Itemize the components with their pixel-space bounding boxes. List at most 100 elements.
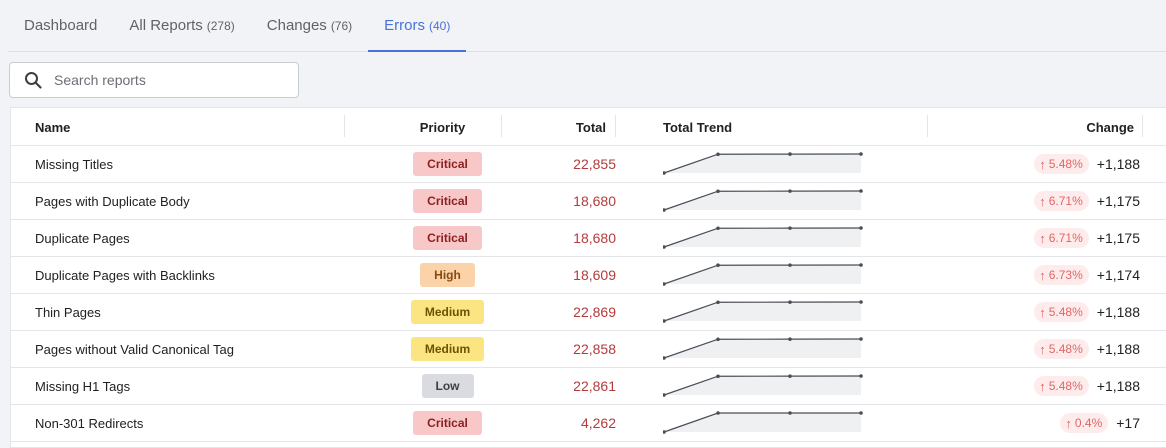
column-divider[interactable] bbox=[615, 115, 616, 137]
trend-area bbox=[664, 265, 861, 284]
column-header-name[interactable]: Name bbox=[35, 108, 70, 146]
priority-badge: Critical bbox=[413, 189, 482, 213]
total-value: 22,861 bbox=[573, 378, 616, 394]
table-row[interactable]: Duplicate Pages Critical 18,680 ↑ 6.71% +1,17… bbox=[11, 220, 1166, 257]
trend-point bbox=[788, 337, 792, 341]
errors-table: Name Priority Total Total Trend Change M… bbox=[10, 107, 1166, 448]
total-value: 18,680 bbox=[573, 230, 616, 246]
trend-point bbox=[716, 226, 720, 231]
search-box[interactable] bbox=[9, 62, 299, 98]
trend-point bbox=[788, 152, 792, 156]
report-name[interactable]: Missing H1 Tags bbox=[35, 368, 130, 404]
change-percent-chip: ↑ 6.73% bbox=[1034, 265, 1089, 285]
trend-sparkline bbox=[663, 374, 863, 397]
trend-sparkline-cell bbox=[663, 331, 865, 367]
trend-point bbox=[663, 171, 666, 175]
trend-sparkline-cell bbox=[663, 146, 865, 182]
tab-label: Errors bbox=[384, 17, 425, 34]
change-percent-chip: ↑ 5.48% bbox=[1034, 302, 1089, 322]
tab-label: All Reports bbox=[129, 17, 203, 34]
trend-point bbox=[859, 152, 863, 156]
search-input[interactable] bbox=[54, 72, 274, 88]
tab-changes[interactable]: Changes (76) bbox=[251, 0, 368, 51]
table-row[interactable]: Thin Pages Medium 22,869 ↑ 5.48% +1,188 bbox=[11, 294, 1166, 331]
change-percent-chip: ↑ 5.48% bbox=[1034, 376, 1089, 396]
trend-sparkline-cell bbox=[663, 368, 865, 404]
table-body: Missing Titles Critical 22,855 ↑ 5.48% +1,188… bbox=[11, 146, 1166, 442]
report-name[interactable]: Missing Titles bbox=[35, 146, 113, 182]
change-percent: 5.48% bbox=[1048, 305, 1083, 319]
trend-point bbox=[716, 374, 720, 379]
trend-sparkline-cell bbox=[663, 183, 865, 219]
trend-point bbox=[788, 226, 792, 230]
column-divider[interactable] bbox=[1142, 115, 1143, 137]
report-name[interactable]: Pages with Duplicate Body bbox=[35, 183, 190, 219]
total-value: 22,855 bbox=[573, 156, 616, 172]
report-name[interactable]: Pages without Valid Canonical Tag bbox=[35, 331, 234, 367]
arrow-up-icon: ↑ bbox=[1039, 341, 1046, 357]
change-delta: +1,174 bbox=[1096, 267, 1140, 283]
change-percent-chip: ↑ 0.4% bbox=[1060, 413, 1109, 433]
trend-sparkline-cell bbox=[663, 220, 865, 256]
total-value: 22,869 bbox=[573, 304, 616, 320]
priority-badge: Critical bbox=[413, 152, 482, 176]
column-divider[interactable] bbox=[927, 115, 928, 137]
table-row[interactable]: Pages without Valid Canonical Tag Medium 2… bbox=[11, 331, 1166, 368]
change-delta: +1,188 bbox=[1096, 341, 1140, 357]
tab-dashboard[interactable]: Dashboard bbox=[8, 0, 113, 51]
trend-area bbox=[664, 302, 861, 321]
column-header-change[interactable]: Change bbox=[971, 108, 1134, 146]
change-percent: 5.48% bbox=[1048, 342, 1083, 356]
trend-area bbox=[664, 413, 861, 432]
total-value: 18,609 bbox=[573, 267, 616, 283]
tab-all-reports[interactable]: All Reports (278) bbox=[113, 0, 250, 51]
table-row[interactable]: Missing Titles Critical 22,855 ↑ 5.48% +1,188 bbox=[11, 146, 1166, 183]
report-name[interactable]: Duplicate Pages with Backlinks bbox=[35, 257, 215, 293]
tab-count: (278) bbox=[206, 18, 235, 33]
report-name[interactable]: Duplicate Pages bbox=[35, 220, 130, 256]
arrow-up-icon: ↑ bbox=[1065, 415, 1072, 431]
table-row[interactable]: Missing H1 Tags Low 22,861 ↑ 5.48% +1,188 bbox=[11, 368, 1166, 405]
trend-point bbox=[859, 374, 863, 378]
change-delta: +1,188 bbox=[1096, 304, 1140, 320]
table-header: Name Priority Total Total Trend Change bbox=[11, 108, 1166, 146]
priority-badge: High bbox=[420, 263, 475, 287]
change-percent: 5.48% bbox=[1048, 157, 1083, 171]
report-name[interactable]: Thin Pages bbox=[35, 294, 101, 330]
trend-sparkline bbox=[663, 337, 863, 360]
change-delta: +17 bbox=[1116, 415, 1140, 431]
tab-label: Dashboard bbox=[24, 17, 98, 34]
change-cell: ↑ 5.48% +1,188 bbox=[971, 294, 1140, 330]
trend-point bbox=[663, 319, 666, 323]
trend-point bbox=[716, 152, 720, 157]
tab-count: (76) bbox=[330, 18, 353, 33]
trend-point bbox=[859, 337, 863, 341]
total-value: 22,858 bbox=[573, 341, 616, 357]
total-value: 18,680 bbox=[573, 193, 616, 209]
change-cell: ↑ 6.71% +1,175 bbox=[971, 183, 1140, 219]
trend-area bbox=[664, 191, 861, 210]
arrow-up-icon: ↑ bbox=[1039, 304, 1046, 320]
trend-point bbox=[859, 189, 863, 193]
table-row[interactable]: Pages with Duplicate Body Critical 18,680 ↑… bbox=[11, 183, 1166, 220]
change-cell: ↑ 6.73% +1,174 bbox=[971, 257, 1140, 293]
report-name[interactable]: Non-301 Redirects bbox=[35, 405, 143, 441]
arrow-up-icon: ↑ bbox=[1039, 267, 1046, 283]
change-percent: 6.71% bbox=[1048, 231, 1083, 245]
trend-point bbox=[663, 208, 666, 212]
tab-errors[interactable]: Errors (40) bbox=[368, 0, 467, 52]
table-row[interactable]: Non-301 Redirects Critical 4,262 ↑ 0.4% +17 bbox=[11, 405, 1166, 442]
tab-label: Changes bbox=[266, 17, 327, 34]
column-header-total[interactable]: Total bbox=[501, 108, 606, 146]
trend-area bbox=[664, 376, 861, 395]
trend-point bbox=[788, 374, 792, 378]
change-cell: ↑ 5.48% +1,188 bbox=[971, 368, 1140, 404]
trend-point bbox=[788, 263, 792, 267]
column-header-trend[interactable]: Total Trend bbox=[663, 108, 732, 146]
trend-point bbox=[663, 430, 666, 434]
trend-sparkline bbox=[663, 226, 863, 249]
change-percent-chip: ↑ 6.71% bbox=[1034, 191, 1089, 211]
table-row[interactable]: Duplicate Pages with Backlinks High 18,609… bbox=[11, 257, 1166, 294]
change-percent-chip: ↑ 5.48% bbox=[1034, 339, 1089, 359]
change-cell: ↑ 5.48% +1,188 bbox=[971, 331, 1140, 367]
